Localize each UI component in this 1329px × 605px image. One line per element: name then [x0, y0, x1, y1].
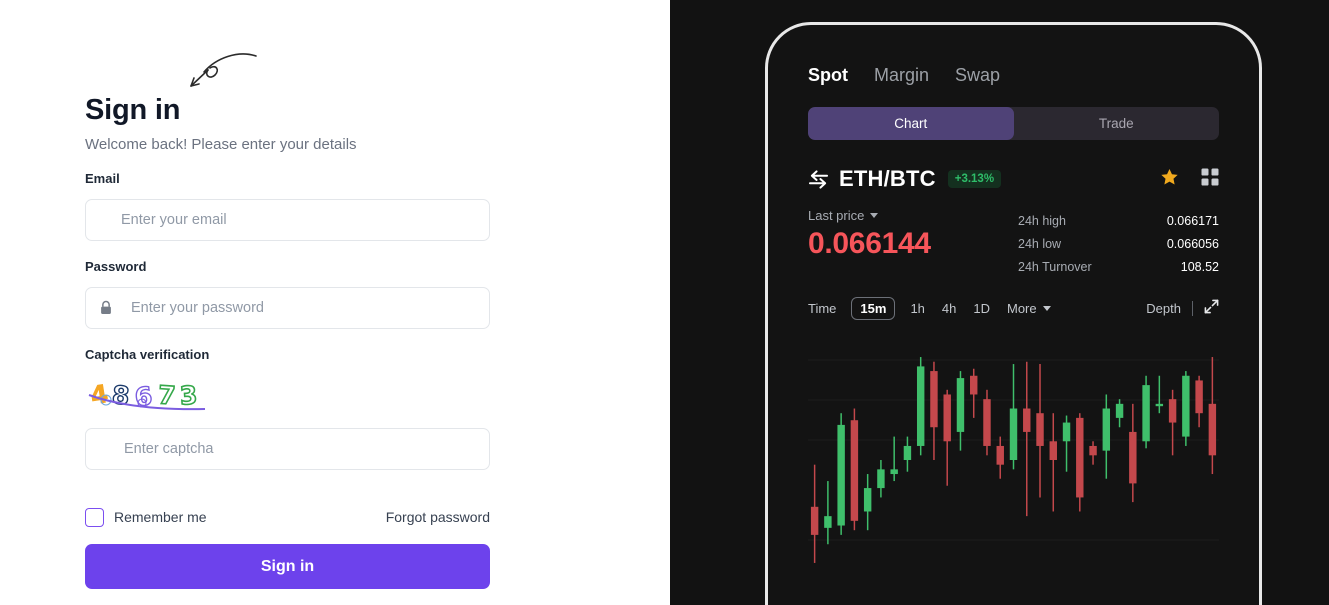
- stat-label-24h-turnover: 24h Turnover: [1018, 260, 1092, 274]
- last-price-value: 0.066144: [808, 227, 931, 260]
- stat-row: 24h low 0.066056: [1018, 233, 1219, 256]
- phone-mockup: Spot Margin Swap Chart Trade ETH/BTC +3.…: [765, 22, 1262, 605]
- email-input[interactable]: [102, 200, 489, 240]
- stat-label-24h-high: 24h high: [1018, 214, 1066, 228]
- market-type-tabs: Spot Margin Swap: [808, 65, 1219, 86]
- stat-row: 24h Turnover 108.52: [1018, 256, 1219, 279]
- candlestick-chart[interactable]: [808, 340, 1219, 580]
- timeframe-time[interactable]: Time: [808, 301, 836, 316]
- password-input[interactable]: [131, 288, 489, 328]
- star-icon[interactable]: [1160, 168, 1179, 191]
- page-subtitle: Welcome back! Please enter your details: [85, 136, 357, 153]
- captcha-label: Captcha verification: [85, 347, 210, 362]
- stat-value-24h-turnover: 108.52: [1180, 260, 1219, 274]
- price-block: Last price 0.066144 24h high 0.066171 24…: [808, 208, 1219, 279]
- svg-text:8: 8: [111, 380, 131, 410]
- lock-icon: [98, 299, 114, 317]
- svg-text:7: 7: [157, 380, 176, 410]
- view-toggle: Chart Trade: [808, 107, 1219, 140]
- remember-me-label: Remember me: [114, 509, 207, 525]
- timeframe-more[interactable]: More: [1007, 301, 1051, 316]
- sign-in-button[interactable]: Sign in: [85, 544, 490, 589]
- captcha-image[interactable]: 4 8 6 7 3: [87, 373, 222, 418]
- curved-arrow-doodle: [182, 48, 262, 94]
- expand-icon[interactable]: [1204, 299, 1219, 319]
- depth-button[interactable]: Depth: [1146, 301, 1181, 316]
- timeframe-1h[interactable]: 1h: [910, 301, 924, 316]
- signin-page: Sign in Welcome back! Please enter your …: [0, 0, 1329, 605]
- captcha-field[interactable]: [85, 428, 490, 470]
- timeframe-toolbar: Time 15m 1h 4h 1D More Depth: [808, 297, 1219, 320]
- last-price-label: Last price: [808, 208, 865, 223]
- toolbar-divider: [1192, 301, 1193, 316]
- svg-text:3: 3: [179, 381, 198, 411]
- tab-swap[interactable]: Swap: [955, 65, 1000, 86]
- phone-screen: Spot Margin Swap Chart Trade ETH/BTC +3.…: [768, 25, 1259, 605]
- chevron-down-icon: [870, 213, 879, 218]
- pair-header: ETH/BTC +3.13%: [808, 166, 1219, 192]
- stat-label-24h-low: 24h low: [1018, 237, 1062, 251]
- password-label: Password: [85, 259, 147, 274]
- pair-symbol: ETH/BTC: [839, 166, 936, 191]
- swap-arrows-icon[interactable]: [808, 169, 829, 189]
- last-price-group: Last price 0.066144: [808, 208, 1018, 261]
- change-badge: +3.13%: [947, 170, 1002, 188]
- captcha-input[interactable]: [102, 429, 489, 469]
- signin-panel: Sign in Welcome back! Please enter your …: [0, 0, 670, 605]
- timeframe-15m[interactable]: 15m: [851, 297, 896, 320]
- stat-row: 24h high 0.066171: [1018, 210, 1219, 233]
- market-stats: 24h high 0.066171 24h low 0.066056 24h T…: [1018, 208, 1219, 279]
- grid-icon[interactable]: [1201, 168, 1219, 191]
- toggle-trade[interactable]: Trade: [1014, 107, 1220, 140]
- tab-margin[interactable]: Margin: [874, 65, 929, 86]
- forgot-password-link[interactable]: Forgot password: [386, 509, 490, 525]
- password-field[interactable]: [85, 287, 490, 329]
- remember-me-checkbox[interactable]: [85, 507, 104, 527]
- chart-tools: Depth: [1146, 299, 1219, 319]
- page-title: Sign in: [85, 94, 181, 126]
- stat-value-24h-high: 0.066171: [1166, 214, 1219, 228]
- promo-panel: Spot Margin Swap Chart Trade ETH/BTC +3.…: [670, 0, 1329, 605]
- timeframe-4h[interactable]: 4h: [942, 301, 956, 316]
- email-field[interactable]: [85, 199, 490, 241]
- email-label: Email: [85, 171, 120, 186]
- last-price-label-row[interactable]: Last price: [808, 208, 1018, 223]
- remember-row: Remember me Forgot password: [85, 507, 490, 527]
- tab-spot[interactable]: Spot: [808, 65, 848, 86]
- timeframe-1d[interactable]: 1D: [973, 301, 990, 316]
- more-label: More: [1007, 301, 1037, 316]
- pair-actions: [1160, 168, 1219, 191]
- stat-value-24h-low: 0.066056: [1166, 237, 1219, 251]
- chevron-down-icon: [1042, 306, 1051, 311]
- toggle-chart[interactable]: Chart: [808, 107, 1014, 140]
